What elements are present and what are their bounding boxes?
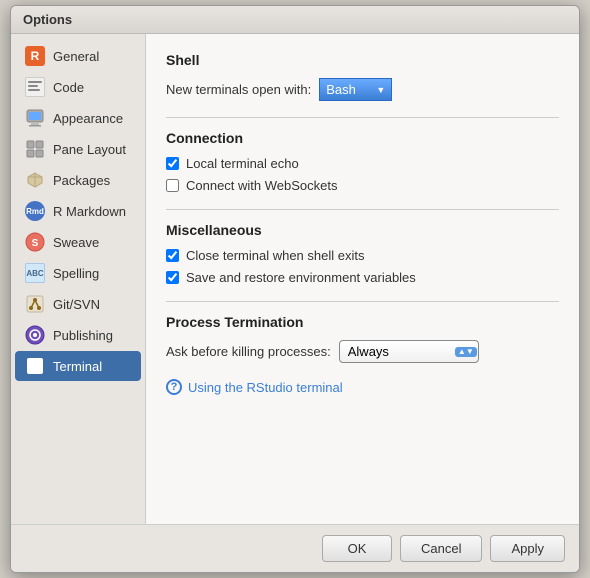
code-icon — [25, 77, 45, 97]
close-terminal-row: Close terminal when shell exits — [166, 248, 559, 263]
miscellaneous-section: Miscellaneous Close terminal when shell … — [166, 222, 559, 285]
help-icon: ? — [166, 379, 182, 395]
sidebar-label-appearance: Appearance — [53, 111, 123, 126]
sidebar-label-code: Code — [53, 80, 84, 95]
appearance-icon — [25, 108, 45, 128]
git-svn-icon — [25, 294, 45, 314]
close-terminal-checkbox[interactable] — [166, 249, 179, 262]
sidebar-label-git-svn: Git/SVN — [53, 297, 100, 312]
sidebar-item-code[interactable]: Code — [15, 72, 141, 102]
content-panel: Shell New terminals open with: Bash Zsh … — [146, 34, 579, 524]
sidebar-item-spelling[interactable]: ABC Spelling — [15, 258, 141, 288]
sidebar-label-pane-layout: Pane Layout — [53, 142, 126, 157]
sidebar-item-publishing[interactable]: Publishing — [15, 320, 141, 350]
terminal-icon — [25, 356, 45, 376]
shell-section: Shell New terminals open with: Bash Zsh … — [166, 52, 559, 101]
r-markdown-icon: Rmd — [25, 201, 45, 221]
separator-1 — [166, 117, 559, 118]
process-field-row: Ask before killing processes: Always Nev… — [166, 340, 559, 363]
websockets-checkbox[interactable] — [166, 179, 179, 192]
sidebar-label-r-markdown: R Markdown — [53, 204, 126, 219]
options-dialog: Options R General Code Appearance — [10, 5, 580, 573]
new-terminals-label: New terminals open with: — [166, 82, 311, 97]
help-link[interactable]: ? Using the RStudio terminal — [166, 379, 559, 395]
miscellaneous-title: Miscellaneous — [166, 222, 559, 238]
process-select[interactable]: Always Never Ask — [339, 340, 479, 363]
spelling-icon: ABC — [25, 263, 45, 283]
sidebar-item-pane-layout[interactable]: Pane Layout — [15, 134, 141, 164]
shell-field-row: New terminals open with: Bash Zsh sh Oth… — [166, 78, 559, 101]
sidebar-label-publishing: Publishing — [53, 328, 113, 343]
sidebar: R General Code Appearance — [11, 34, 146, 524]
cancel-button[interactable]: Cancel — [400, 535, 482, 562]
sidebar-label-general: General — [53, 49, 99, 64]
process-termination-title: Process Termination — [166, 314, 559, 330]
local-echo-checkbox[interactable] — [166, 157, 179, 170]
sidebar-item-general[interactable]: R General — [15, 41, 141, 71]
help-link-label: Using the RStudio terminal — [188, 380, 343, 395]
sidebar-label-sweave: Sweave — [53, 235, 99, 250]
ok-button[interactable]: OK — [322, 535, 392, 562]
sidebar-label-packages: Packages — [53, 173, 110, 188]
close-terminal-label: Close terminal when shell exits — [186, 248, 364, 263]
title-bar: Options — [11, 6, 579, 34]
ask-label: Ask before killing processes: — [166, 344, 331, 359]
pane-layout-icon — [25, 139, 45, 159]
sidebar-item-terminal[interactable]: Terminal — [15, 351, 141, 381]
sidebar-item-appearance[interactable]: Appearance — [15, 103, 141, 133]
sidebar-item-sweave[interactable]: S Sweave — [15, 227, 141, 257]
process-select-wrapper: Always Never Ask — [339, 340, 479, 363]
save-restore-row: Save and restore environment variables — [166, 270, 559, 285]
general-icon: R — [25, 46, 45, 66]
shell-select-wrapper: Bash Zsh sh Other... — [319, 78, 392, 101]
dialog-title: Options — [23, 12, 72, 27]
sidebar-label-spelling: Spelling — [53, 266, 99, 281]
shell-select[interactable]: Bash Zsh sh Other... — [320, 79, 391, 100]
apply-button[interactable]: Apply — [490, 535, 565, 562]
connection-title: Connection — [166, 130, 559, 146]
local-echo-row: Local terminal echo — [166, 156, 559, 171]
websockets-row: Connect with WebSockets — [166, 178, 559, 193]
dialog-footer: OK Cancel Apply — [11, 524, 579, 572]
connection-section: Connection Local terminal echo Connect w… — [166, 130, 559, 193]
websockets-label: Connect with WebSockets — [186, 178, 338, 193]
sidebar-item-packages[interactable]: Packages — [15, 165, 141, 195]
process-termination-section: Process Termination Ask before killing p… — [166, 314, 559, 363]
separator-2 — [166, 209, 559, 210]
sidebar-item-r-markdown[interactable]: Rmd R Markdown — [15, 196, 141, 226]
separator-3 — [166, 301, 559, 302]
sweave-icon: S — [25, 232, 45, 252]
save-restore-checkbox[interactable] — [166, 271, 179, 284]
save-restore-label: Save and restore environment variables — [186, 270, 416, 285]
local-echo-label: Local terminal echo — [186, 156, 299, 171]
svg-text:S: S — [32, 238, 39, 249]
shell-title: Shell — [166, 52, 559, 68]
dialog-body: R General Code Appearance — [11, 34, 579, 524]
sidebar-item-git-svn[interactable]: Git/SVN — [15, 289, 141, 319]
sidebar-label-terminal: Terminal — [53, 359, 102, 374]
publishing-icon — [25, 325, 45, 345]
packages-icon — [25, 170, 45, 190]
